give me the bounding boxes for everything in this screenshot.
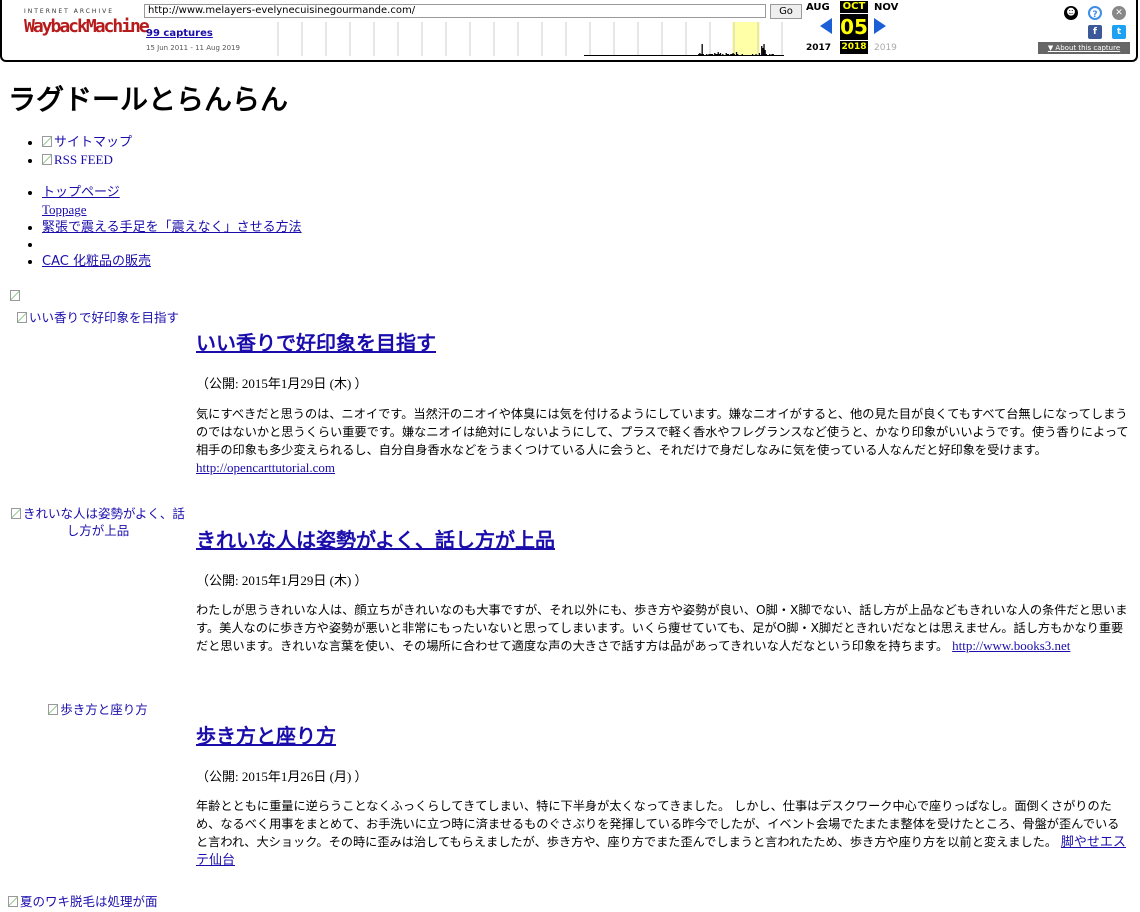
nav-item-empty xyxy=(42,236,302,253)
nav-item-cac: CAC 化粧品の販売 xyxy=(42,253,302,270)
article-image-alt[interactable]: きれいな人は姿勢がよく、話し方が上品 xyxy=(8,505,188,539)
article-body: わたしが思うきれいな人は、顔立ちがきれいなのも大事ですが、それ以外にも、歩き方や… xyxy=(196,601,1130,655)
next-year-label[interactable]: 2019 xyxy=(874,43,897,53)
article-image-alt[interactable]: 歩き方と座り方 xyxy=(8,701,188,718)
article-body: 気にすべきだと思うのは、ニオイです。当然汗のニオイや体臭には気を付けるようにして… xyxy=(196,405,1130,477)
broken-image-icon xyxy=(10,290,20,301)
wayback-toolbar: INTERNET ARCHIVE WaybackMachine http://w… xyxy=(0,0,1138,62)
wayback-logo[interactable]: INTERNET ARCHIVE WaybackMachine xyxy=(10,2,150,50)
nav-link-cac[interactable]: CAC 化粧品の販売 xyxy=(42,254,151,269)
facebook-icon[interactable]: f xyxy=(1088,25,1102,39)
about-capture-button[interactable]: ▼ About this capture xyxy=(1038,42,1130,54)
broken-image-icon xyxy=(42,154,52,165)
article-date: （公開: 2015年1月29日 (木) ） xyxy=(196,376,368,391)
logo-top-text: INTERNET ARCHIVE xyxy=(24,8,115,15)
current-year-label: 2018 xyxy=(840,41,868,54)
nav-item-toppage: トップページ Toppage xyxy=(42,184,302,219)
article-text: 年齢とともに重量に逆らうことなくふっくらしてきてしまい、特に下半身が太くなってき… xyxy=(196,799,1120,849)
capture-bar xyxy=(761,46,763,56)
article-link[interactable]: http://opencarttutorial.com xyxy=(196,460,335,475)
capture-bar xyxy=(701,44,703,56)
image-alt-text: いい香りで好印象を目指す xyxy=(28,310,179,325)
next-capture-arrow-icon[interactable] xyxy=(874,18,886,34)
nav-link-tremor[interactable]: 緊張で震える手足を「震えなく」させる方法 xyxy=(42,220,302,235)
prev-year-label[interactable]: 2017 xyxy=(806,43,831,53)
article-image-alt[interactable]: 夏のワキ脱毛は処理が面 xyxy=(8,893,188,910)
nav-link-toppage-sub[interactable]: Toppage xyxy=(42,202,87,217)
close-icon[interactable]: ✕ xyxy=(1112,6,1126,20)
list-item: サイトマップ xyxy=(42,134,132,151)
current-day: 05 xyxy=(840,14,868,40)
user-icon[interactable]: ☻ xyxy=(1064,6,1078,20)
capture-sparkline[interactable] xyxy=(264,22,784,56)
current-year-highlight xyxy=(732,22,760,56)
site-title: ラグドールとらんらん xyxy=(8,83,289,116)
main-nav: トップページ Toppage 緊張で震える手足を「震えなく」させる方法 CAC … xyxy=(24,184,302,270)
captures-link[interactable]: 99 captures xyxy=(146,28,213,39)
article-image-alt[interactable]: いい香りで好印象を目指す xyxy=(8,309,188,326)
broken-image-icon xyxy=(16,312,27,323)
article-title-link[interactable]: いい香りで好印象を目指す xyxy=(196,331,436,355)
list-item: RSS FEED xyxy=(42,151,132,169)
prev-month-label[interactable]: AUG xyxy=(806,2,830,13)
image-alt-text: 夏のワキ脱毛は処理が面 xyxy=(20,894,158,909)
article-title: 歩き方と座り方 xyxy=(196,720,336,749)
sitemap-link[interactable]: サイトマップ xyxy=(54,135,132,150)
twitter-icon[interactable]: t xyxy=(1112,25,1126,39)
current-month-label: OCT xyxy=(840,1,868,13)
broken-image-icon xyxy=(42,136,52,147)
article-title-link[interactable]: 歩き方と座り方 xyxy=(196,724,336,748)
broken-image-icon xyxy=(48,704,59,715)
help-icon[interactable]: ? xyxy=(1088,6,1102,20)
logo-main-text: WaybackMachine xyxy=(24,16,150,37)
capture-bar xyxy=(763,44,765,56)
article-title-link[interactable]: きれいな人は姿勢がよく、話し方が上品 xyxy=(196,528,555,552)
article-body: 年齢とともに重量に逆らうことなくふっくらしてきてしまい、特に下半身が太くなってき… xyxy=(196,797,1130,869)
prev-capture-arrow-icon[interactable] xyxy=(820,18,832,34)
image-alt-text: きれいな人は姿勢がよく、話し方が上品 xyxy=(23,506,185,538)
image-alt-text: 歩き方と座り方 xyxy=(60,702,148,717)
broken-image-icon xyxy=(8,896,18,907)
broken-image-icon xyxy=(11,508,22,519)
url-input[interactable]: http://www.melayers-evelynecuisinegourma… xyxy=(144,4,766,18)
rss-feed-link[interactable]: RSS FEED xyxy=(54,152,113,167)
article-link[interactable]: http://www.books3.net xyxy=(952,638,1070,653)
nav-item-tremor: 緊張で震える手足を「震えなく」させる方法 xyxy=(42,219,302,236)
article-text: 気にすべきだと思うのは、ニオイです。当然汗のニオイや体臭には気を付けるようにして… xyxy=(196,407,1129,457)
article-title: いい香りで好印象を目指す xyxy=(196,327,436,356)
article-title: きれいな人は姿勢がよく、話し方が上品 xyxy=(196,524,555,553)
nav-link-toppage[interactable]: トップページ xyxy=(42,185,120,200)
go-button[interactable]: Go xyxy=(770,4,802,19)
top-links: サイトマップ RSS FEED xyxy=(24,134,132,169)
article-date: （公開: 2015年1月29日 (木) ） xyxy=(196,573,368,588)
article-date: （公開: 2015年1月26日 (月) ） xyxy=(196,769,368,784)
next-month-label[interactable]: NOV xyxy=(874,2,898,13)
capture-range: 15 Jun 2011 - 11 Aug 2019 xyxy=(146,44,240,52)
capture-bar xyxy=(762,48,764,56)
